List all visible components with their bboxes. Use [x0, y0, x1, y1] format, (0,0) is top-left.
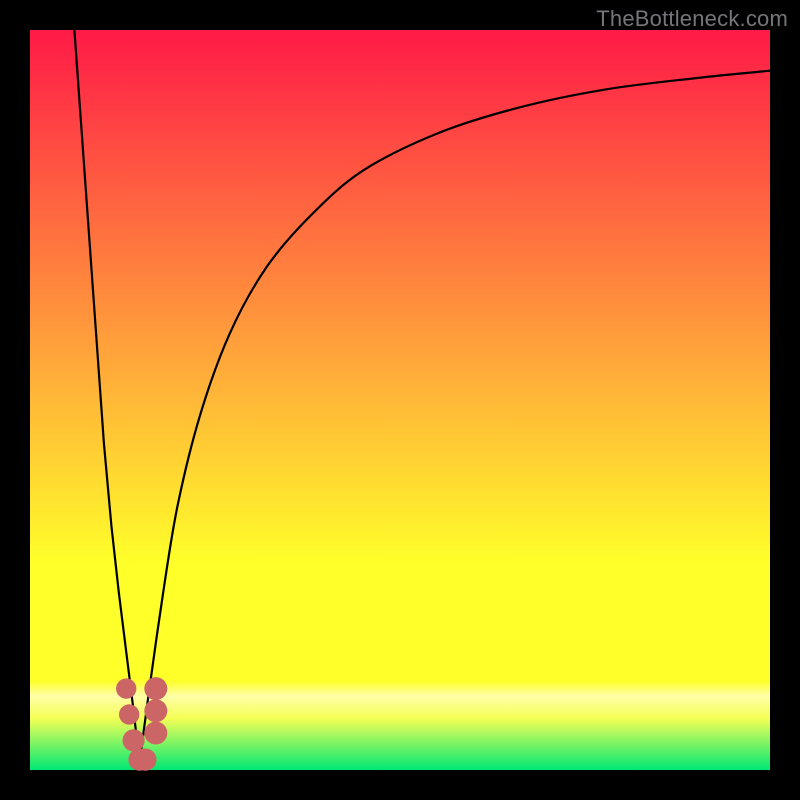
data-marker: [144, 677, 167, 700]
attribution-text: TheBottleneck.com: [596, 6, 788, 32]
data-marker: [144, 699, 167, 722]
data-marker: [119, 704, 139, 724]
data-marker: [116, 678, 136, 698]
plot-background: [30, 30, 770, 770]
chart-container: { "attribution": "TheBottleneck.com", "c…: [0, 0, 800, 800]
data-marker: [123, 729, 145, 751]
data-marker: [144, 722, 167, 745]
data-marker: [134, 749, 156, 771]
bottleneck-chart: [0, 0, 800, 800]
